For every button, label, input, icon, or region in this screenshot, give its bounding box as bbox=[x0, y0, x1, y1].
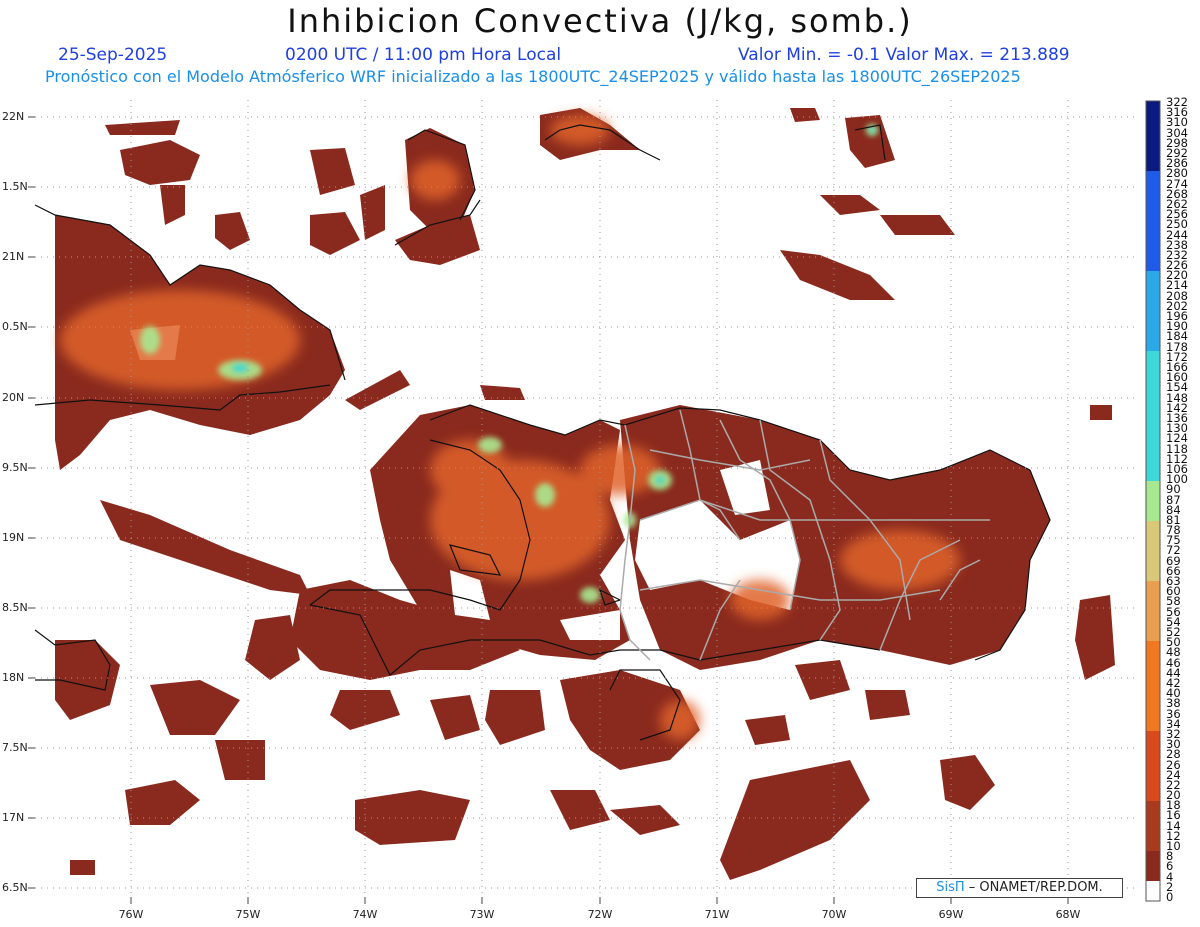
lat-label: 9.5N bbox=[2, 461, 28, 474]
lat-label: 6.5N bbox=[2, 881, 28, 894]
credit-box: SisΠ – ONAMET/REP.DOM. bbox=[916, 878, 1123, 898]
lon-label: 76W bbox=[118, 908, 144, 921]
lat-label: 7.5N bbox=[2, 741, 28, 754]
map-panel bbox=[28, 100, 1161, 904]
colorbar bbox=[1145, 100, 1161, 902]
lat-label: 17N bbox=[2, 811, 25, 824]
credit-org: – ONAMET/REP.DOM. bbox=[964, 880, 1103, 895]
lat-label: 20N bbox=[2, 391, 25, 404]
lon-label: 68W bbox=[1055, 908, 1081, 921]
lon-label: 70W bbox=[821, 908, 847, 921]
lon-label: 73W bbox=[469, 908, 495, 921]
lat-label: 8.5N bbox=[2, 601, 28, 614]
colorbar-label: 0 bbox=[1166, 890, 1174, 904]
lat-label: 22N bbox=[2, 110, 25, 123]
lat-label: 1.5N bbox=[2, 180, 28, 193]
sis-logo-text: SisΠ bbox=[936, 880, 965, 895]
lon-label: 75W bbox=[235, 908, 261, 921]
lat-label: 19N bbox=[2, 531, 25, 544]
lat-label: 0.5N bbox=[2, 320, 28, 333]
lon-label: 69W bbox=[938, 908, 964, 921]
lon-label: 71W bbox=[704, 908, 730, 921]
lat-label: 21N bbox=[2, 250, 25, 263]
lat-label: 18N bbox=[2, 671, 25, 684]
lon-label: 74W bbox=[352, 908, 378, 921]
lon-label: 72W bbox=[587, 908, 613, 921]
